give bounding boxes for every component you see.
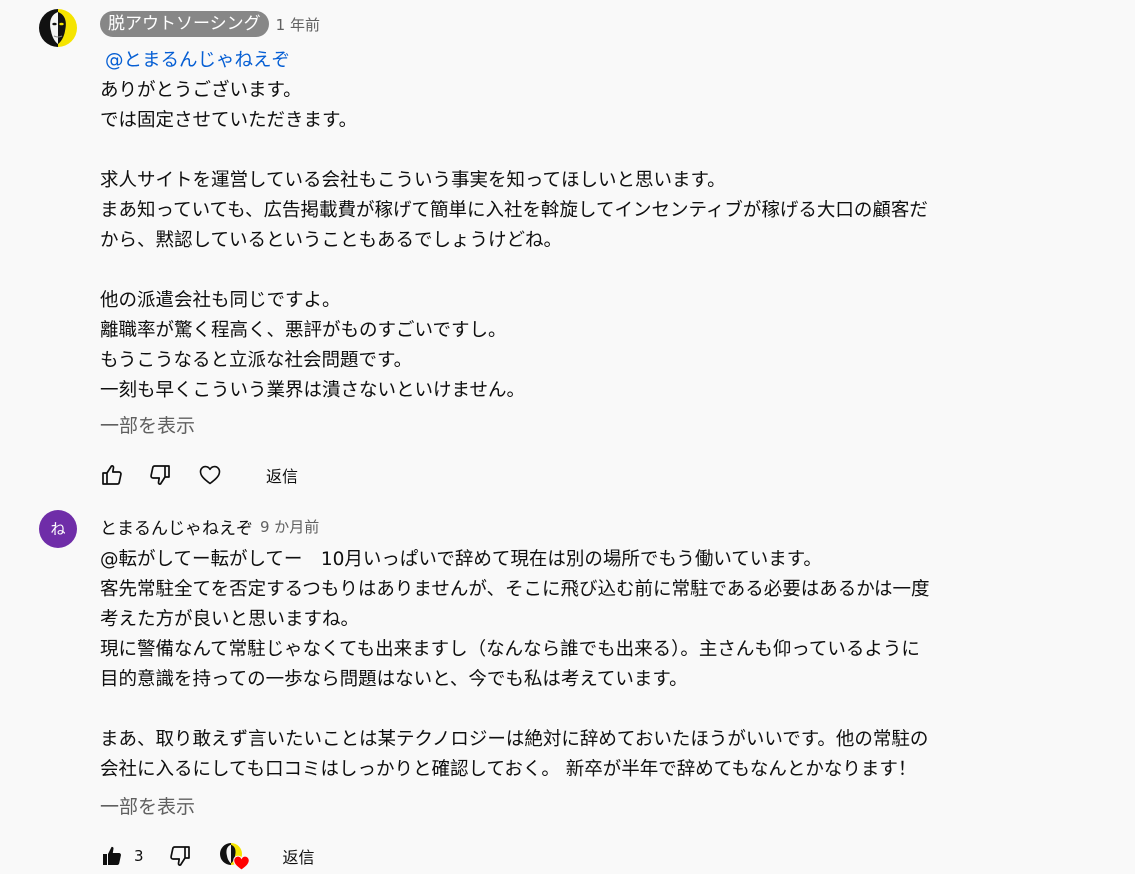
author-avatar-mask[interactable] <box>39 9 77 47</box>
comment-line: 現に警備なんて常駐じゃなくても出来ますし（なんなら誰でも出来る）。主さんも仰って… <box>100 639 920 660</box>
comment-body: @転がしてー転がしてー 10月いっぱいで辞めて現在は別の場所でもう働いています。… <box>100 545 1060 785</box>
comment-time[interactable]: 1 年前 <box>276 14 320 35</box>
read-more-link[interactable]: 一部を表示 <box>100 792 195 819</box>
comment-line-blank <box>100 695 1060 725</box>
comment-line: 目的意識を持っての一歩なら問題はないと、今でも私は考えています。 <box>100 669 688 690</box>
reply-button[interactable]: 返信 <box>266 463 298 487</box>
thumbs-down-icon <box>169 846 190 866</box>
comment-line: 求人サイトを運営している会社もこういう事実を知ってほしいと思います。 <box>100 170 726 191</box>
comment-line: 離職率が驚く程高く、悪評がものすごいですし。 <box>100 320 507 341</box>
author-avatar-letter[interactable]: ね <box>39 510 77 548</box>
thumbs-up-icon <box>102 465 122 485</box>
mask-avatar-icon <box>39 9 77 47</box>
like-button[interactable] <box>100 463 124 487</box>
dislike-button[interactable] <box>168 844 192 868</box>
heart-button[interactable] <box>198 463 222 487</box>
creator-heart-badge[interactable] <box>219 843 250 871</box>
comment-line: 考えた方が良いと思いますね。 <box>100 609 360 630</box>
comment-line: から、黙認しているということもあるでしょうけどね。 <box>100 230 562 251</box>
comment-line: まあ、取り敢えず言いたいことは某テクノロジーは絶対に辞めておいたほうがいいです。… <box>100 729 929 750</box>
comment-line: 他の派遣会社も同じですよ。 <box>100 290 341 311</box>
comment-line-blank <box>100 256 1060 286</box>
comment-header: 脱アウトソーシング 1 年前 <box>100 11 1060 37</box>
comment-line: @転がしてー転がしてー 10月いっぱいで辞めて現在は別の場所でもう働いています。 <box>100 549 822 570</box>
comment-header: とまるんじゃねえぞ 9 か月前 <box>100 513 1060 539</box>
comment-line: ありがとうございます。 <box>100 80 302 101</box>
reply-button[interactable]: 返信 <box>283 844 315 868</box>
comment-time[interactable]: 9 か月前 <box>260 516 319 537</box>
dislike-button[interactable] <box>148 463 172 487</box>
thumbs-down-icon <box>150 465 170 485</box>
comment-line: もうこうなると立派な社会問題です。 <box>100 350 413 371</box>
comment-line: 客先常駐全てを否定するつもりはありませんが、そこに飛び込む前に常駐である必要はあ… <box>100 579 930 600</box>
read-more-link[interactable]: 一部を表示 <box>100 411 195 438</box>
author-name-badge[interactable]: 脱アウトソーシング <box>100 11 269 37</box>
red-heart-icon <box>232 855 250 871</box>
mention-link[interactable]: @とまるんじゃねえぞ <box>105 50 290 71</box>
comment-line-blank <box>100 136 1060 166</box>
heart-outline-icon <box>199 465 221 485</box>
comment-line: まあ知っていても、広告掲載費が稼げて簡単に入社を斡旋してインセンティブが稼げる大… <box>100 200 928 221</box>
comment-line: では固定させていただきます。 <box>100 110 358 131</box>
like-count: 3 <box>134 847 144 865</box>
author-name[interactable]: とまるんじゃねえぞ <box>100 514 253 539</box>
comment-line: 会社に入るにしても口コミはしっかりと確認しておく。 新卒が半年で辞めてもなんとか… <box>100 759 917 780</box>
thumbs-up-filled-icon <box>103 846 121 865</box>
comment-body: @とまるんじゃねえぞ ありがとうございます。 では固定させていただきます。 求人… <box>100 46 1060 406</box>
comment-line: 一刻も早くこういう業界は潰さないといけません。 <box>100 380 525 401</box>
like-button[interactable] <box>100 844 124 868</box>
